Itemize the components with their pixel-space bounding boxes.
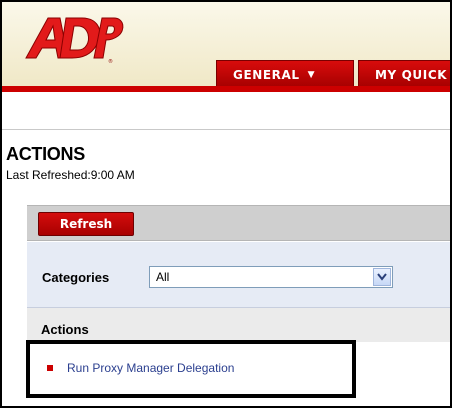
chevron-down-icon[interactable]	[373, 268, 391, 286]
actions-section-label: Actions	[41, 322, 89, 337]
chevron-down-icon: ▼	[307, 69, 316, 80]
refresh-toolbar: Refresh	[27, 205, 450, 241]
header: ® GENERAL ▼ MY QUICK	[2, 2, 450, 92]
app-window: ® GENERAL ▼ MY QUICK ACTIONS Last Refres…	[0, 0, 452, 408]
subbar	[2, 92, 450, 130]
categories-select-value: All	[156, 270, 170, 284]
actions-section-header: Actions	[27, 308, 450, 342]
tab-my-quick[interactable]: MY QUICK	[358, 60, 450, 88]
categories-label: Categories	[42, 270, 110, 285]
last-refreshed-text: Last Refreshed:9:00 AM	[6, 168, 135, 182]
adp-logo: ®	[25, 17, 124, 65]
refresh-button[interactable]: Refresh	[38, 212, 134, 236]
tab-my-quick-label: MY QUICK	[375, 67, 448, 82]
svg-text:®: ®	[108, 58, 113, 65]
tab-general[interactable]: GENERAL ▼	[216, 60, 354, 88]
highlight-box	[26, 340, 356, 398]
tab-general-label: GENERAL	[233, 67, 300, 82]
categories-filter-row: Categories All	[27, 242, 450, 308]
categories-select[interactable]: All	[149, 266, 393, 288]
page-title: ACTIONS	[6, 144, 85, 164]
